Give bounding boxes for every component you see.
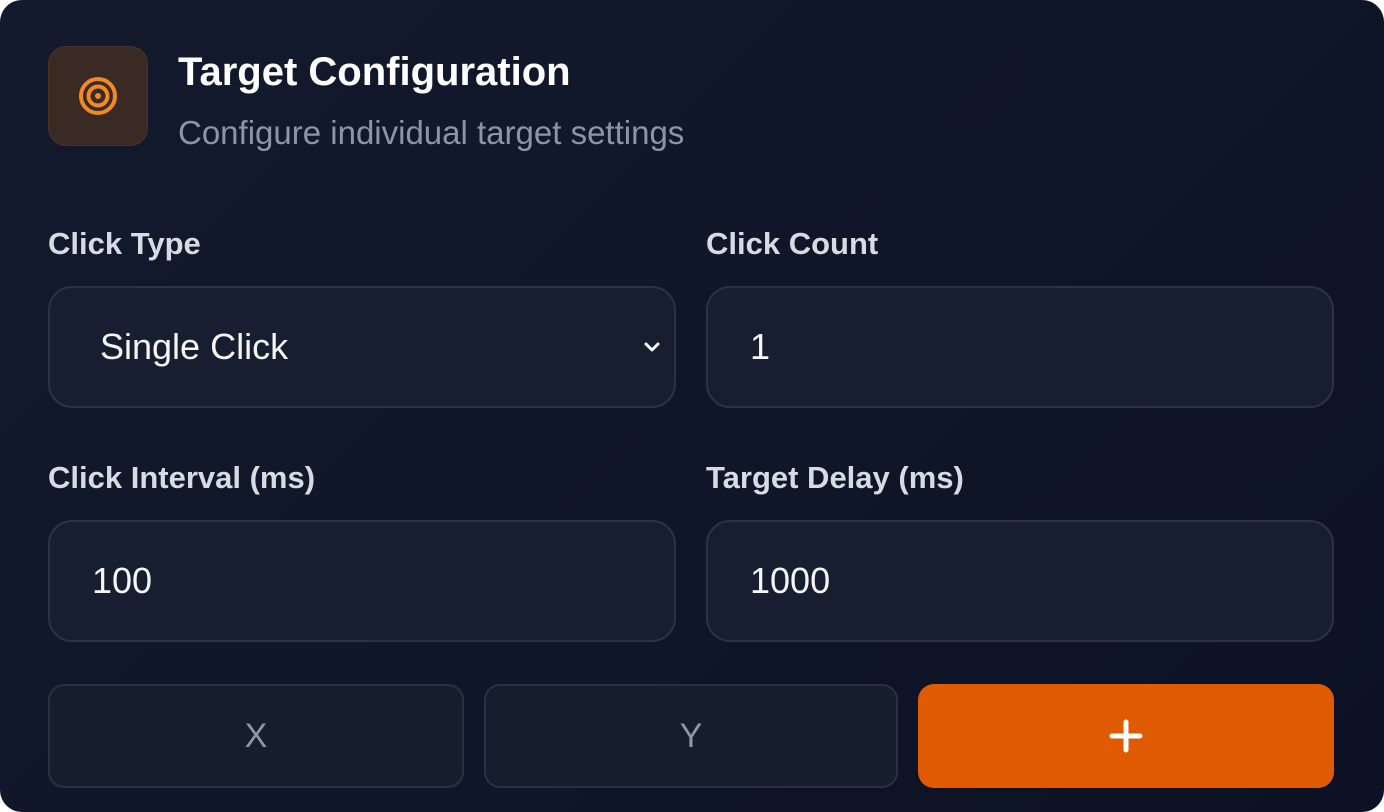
target-delay-label: Target Delay (ms) — [706, 460, 964, 495]
click-count-input[interactable]: 1 — [706, 286, 1334, 408]
click-type-selected-value: Single Click — [100, 326, 289, 367]
x-coordinate-input[interactable]: X — [48, 684, 464, 788]
click-interval-label: Click Interval (ms) — [48, 460, 316, 495]
target-icon — [79, 77, 117, 115]
page-subtitle: Configure individual target settings — [178, 114, 685, 151]
target-configuration-card: Target Configuration Configure individua… — [0, 0, 1384, 812]
target-delay-input[interactable]: 1000 — [706, 520, 1334, 642]
x-coordinate-placeholder: X — [244, 716, 268, 755]
click-count-value: 1 — [750, 326, 771, 367]
chevron-down-icon — [644, 342, 660, 352]
target-icon-badge — [48, 46, 148, 146]
click-type-select[interactable]: Single Click — [48, 286, 676, 408]
y-coordinate-placeholder: Y — [679, 716, 703, 755]
add-target-button[interactable] — [918, 684, 1334, 788]
click-interval-input[interactable]: 100 — [48, 520, 676, 642]
target-delay-value: 1000 — [750, 560, 831, 601]
click-type-label: Click Type — [48, 226, 201, 261]
y-coordinate-input[interactable]: Y — [484, 684, 898, 788]
plus-icon — [1109, 719, 1143, 753]
click-interval-value: 100 — [92, 560, 153, 601]
click-count-label: Click Count — [706, 226, 879, 261]
page-title: Target Configuration — [178, 50, 571, 94]
